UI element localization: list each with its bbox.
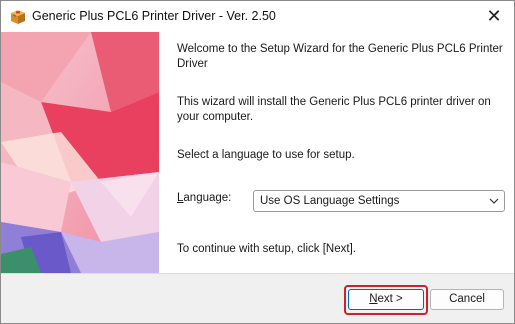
banner-graphic	[1, 32, 159, 273]
wizard-banner-image	[1, 32, 159, 273]
language-select-value: Use OS Language Settings	[260, 195, 400, 207]
install-description: This wizard will install the Generic Plu…	[177, 96, 491, 123]
title-bar: Generic Plus PCL6 Printer Driver - Ver. …	[1, 1, 514, 32]
installer-box-icon	[11, 10, 25, 24]
continue-instruction: To continue with setup, click [Next].	[177, 243, 356, 255]
button-bar: Next > Cancel	[1, 273, 514, 323]
chevron-down-icon	[489, 198, 499, 204]
language-select[interactable]: Use OS Language Settings	[253, 190, 505, 212]
close-button[interactable]: ✕	[474, 1, 514, 32]
language-label-text: anguage:	[183, 192, 232, 204]
next-label: ext >	[377, 293, 403, 305]
cancel-button[interactable]: Cancel	[430, 289, 504, 310]
language-prompt: Select a language to use for setup.	[177, 149, 355, 161]
wizard-content: Welcome to the Setup Wizard for the Gene…	[159, 32, 514, 273]
setup-wizard-window: Generic Plus PCL6 Printer Driver - Ver. …	[0, 0, 515, 324]
language-label: Language:	[177, 192, 231, 204]
welcome-heading: Welcome to the Setup Wizard for the Gene…	[177, 43, 503, 70]
close-icon: ✕	[486, 6, 502, 26]
window-title: Generic Plus PCL6 Printer Driver - Ver. …	[32, 9, 276, 23]
next-accesskey: N	[369, 293, 378, 305]
next-button[interactable]: Next >	[348, 289, 424, 310]
